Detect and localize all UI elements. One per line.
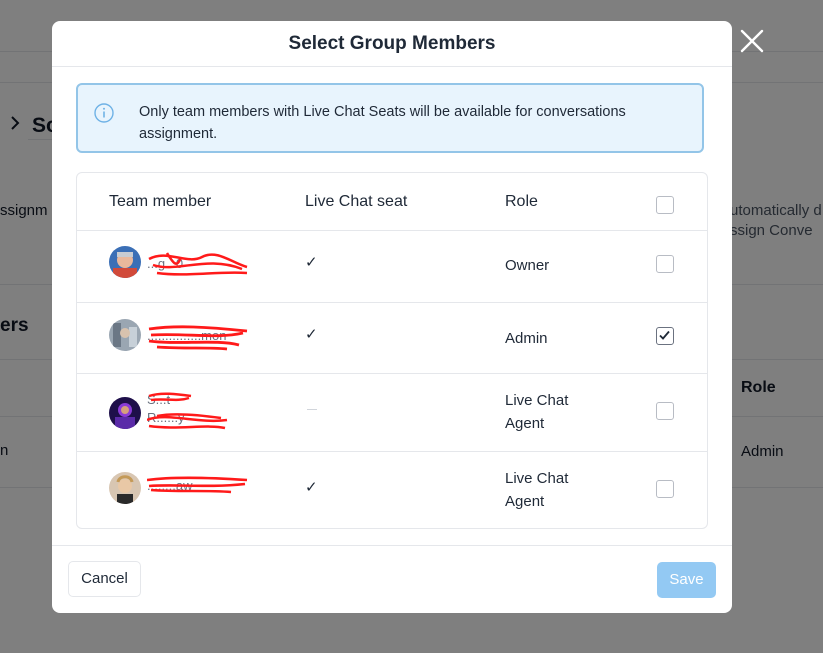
member-checkbox[interactable] bbox=[656, 402, 674, 420]
member-role-line-1: Live Chat bbox=[505, 392, 569, 409]
member-name: ...............mon bbox=[147, 319, 257, 359]
member-name: S...t R......y bbox=[147, 390, 257, 430]
no-seat-dash bbox=[307, 409, 317, 410]
seat-checkmark-icon: ✓ bbox=[305, 326, 318, 343]
header-divider bbox=[52, 66, 732, 67]
avatar bbox=[109, 246, 141, 278]
member-name: ........aw bbox=[147, 472, 257, 512]
avatar bbox=[109, 472, 141, 504]
member-name: ...g...0 bbox=[147, 247, 257, 287]
member-checkbox-checked[interactable] bbox=[656, 327, 674, 345]
avatar bbox=[109, 319, 141, 351]
column-header-role: Role bbox=[505, 193, 538, 210]
member-role-line-2: Agent bbox=[505, 415, 545, 432]
redaction-scribble bbox=[148, 252, 248, 276]
footer-divider bbox=[52, 545, 732, 546]
cancel-button[interactable]: Cancel bbox=[68, 561, 141, 597]
table-row[interactable]: ...............mon ✓ Admin bbox=[77, 303, 707, 374]
member-checkbox[interactable] bbox=[656, 255, 674, 273]
table-row[interactable]: S...t R......y Live Chat Agent bbox=[77, 374, 707, 452]
member-role: Admin bbox=[505, 330, 548, 347]
info-alert: Only team members with Live Chat Seats w… bbox=[76, 83, 704, 153]
close-icon[interactable] bbox=[740, 29, 764, 53]
seat-checkmark-icon: ✓ bbox=[305, 479, 318, 496]
save-button[interactable]: Save bbox=[657, 562, 716, 598]
info-message: Only team members with Live Chat Seats w… bbox=[139, 104, 626, 142]
member-role-line-2: Agent bbox=[505, 493, 545, 510]
table-header-row: Team member Live Chat seat Role bbox=[77, 173, 707, 231]
members-table: Team member Live Chat seat Role ...g...0 bbox=[76, 172, 708, 529]
select-group-members-modal: Select Group Members Only team members w… bbox=[52, 21, 732, 613]
column-header-live-chat-seat: Live Chat seat bbox=[305, 193, 408, 210]
table-row[interactable]: ........aw ✓ Live Chat Agent bbox=[77, 452, 707, 528]
avatar bbox=[109, 397, 141, 429]
modal-title: Select Group Members bbox=[288, 33, 496, 54]
member-checkbox[interactable] bbox=[656, 480, 674, 498]
seat-checkmark-icon: ✓ bbox=[305, 254, 318, 271]
member-role-line-1: Live Chat bbox=[505, 470, 569, 487]
member-role: Owner bbox=[505, 257, 550, 274]
column-header-team-member: Team member bbox=[109, 193, 212, 210]
info-icon bbox=[93, 102, 115, 124]
select-all-checkbox[interactable] bbox=[656, 196, 674, 214]
checkmark-icon bbox=[659, 330, 670, 340]
table-row[interactable]: ...g...0 ✓ Owner bbox=[77, 231, 707, 303]
redaction-scribble bbox=[148, 325, 248, 351]
redaction-scribble bbox=[147, 476, 248, 494]
redaction-scribble bbox=[147, 392, 228, 430]
